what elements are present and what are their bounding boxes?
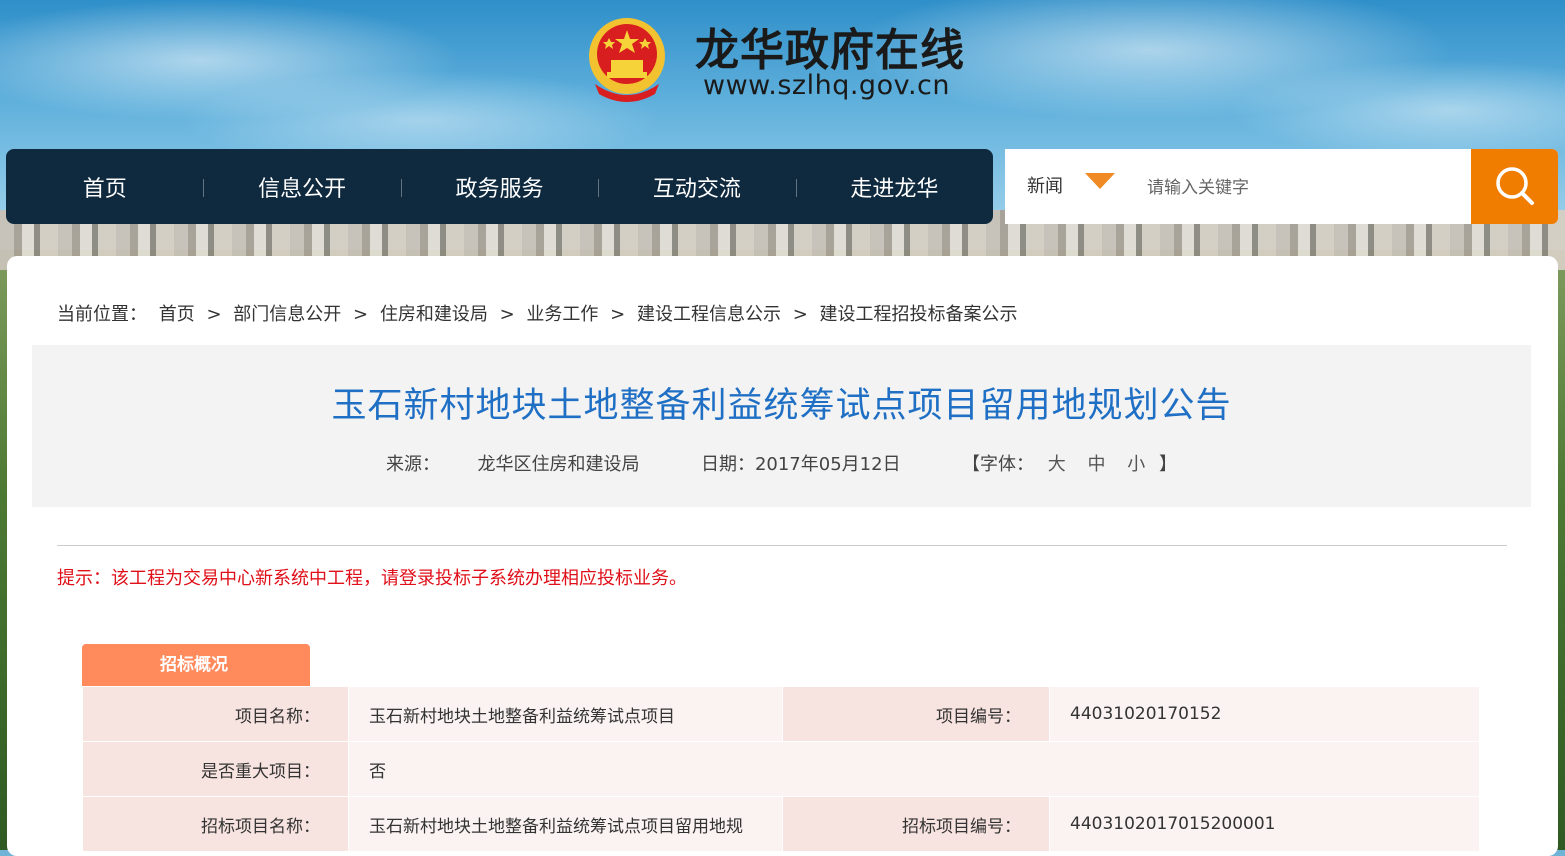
breadcrumb: 当前位置： 首页 > 部门信息公开 > 住房和建设局 > 业务工作 > 建设工程… — [57, 300, 1024, 326]
search-icon — [1496, 167, 1534, 205]
divider — [57, 545, 1507, 546]
breadcrumb-construction-info[interactable]: 建设工程信息公示 — [637, 304, 781, 325]
font-size-medium-button[interactable]: 中 — [1088, 454, 1106, 475]
table-label: 招标项目编号： — [782, 796, 1050, 852]
source-value: 龙华区住房和建设局 — [477, 454, 640, 475]
breadcrumb-bidding-notice[interactable]: 建设工程招投标备案公示 — [820, 304, 1018, 325]
content-card: 当前位置： 首页 > 部门信息公开 > 住房和建设局 > 业务工作 > 建设工程… — [7, 256, 1558, 856]
table-label: 是否重大项目： — [82, 741, 349, 797]
breadcrumb-label: 当前位置： — [57, 304, 147, 325]
article-title: 玉石新村地块土地整备利益统筹试点项目留用地规划公告 — [331, 386, 1232, 426]
table-row: 项目名称： 玉石新村地块土地整备利益统筹试点项目 项目编号： 440310201… — [82, 686, 1480, 742]
table-label: 招标项目名称： — [82, 796, 349, 852]
chevron-down-icon[interactable] — [1085, 173, 1115, 189]
search-button[interactable] — [1471, 149, 1558, 224]
table-label: 项目编号： — [782, 686, 1050, 742]
font-size-label: 【字体： — [962, 454, 1035, 475]
table-value: 玉石新村地块土地整备利益统筹试点项目 — [348, 686, 783, 742]
nav-item-home[interactable]: 首页 — [6, 171, 203, 203]
site-title[interactable]: 龙华政府在线 — [695, 14, 965, 78]
breadcrumb-home[interactable]: 首页 — [159, 304, 195, 325]
table-value: 否 — [348, 741, 1480, 797]
table-value: 玉石新村地块土地整备利益统筹试点项目留用地规 — [348, 796, 783, 852]
nav-item-interaction[interactable]: 互动交流 — [598, 171, 795, 203]
source-label: 来源： — [386, 454, 441, 475]
search-category-select[interactable]: 新闻 — [1027, 149, 1063, 224]
site-url[interactable]: www.szlhq.gov.cn — [703, 70, 950, 101]
search-bar: 新闻 — [1005, 149, 1558, 224]
table-value: 4403102017015200001 — [1049, 796, 1480, 852]
search-input[interactable] — [1145, 167, 1469, 209]
breadcrumb-separator: > — [792, 304, 808, 325]
breadcrumb-housing-bureau[interactable]: 住房和建设局 — [380, 304, 488, 325]
breadcrumb-separator: > — [353, 304, 369, 325]
table-value: 44031020170152 — [1049, 686, 1480, 742]
breadcrumb-business-work[interactable]: 业务工作 — [526, 304, 598, 325]
bidding-overview-table: 项目名称： 玉石新村地块土地整备利益统筹试点项目 项目编号： 440310201… — [82, 686, 1480, 852]
notice-tip: 提示：该工程为交易中心新系统中工程，请登录投标子系统办理相应投标业务。 — [57, 568, 687, 589]
font-size-close: 】 — [1158, 454, 1177, 475]
breadcrumb-dept-info[interactable]: 部门信息公开 — [233, 304, 341, 325]
date-value: 2017年05月12日 — [754, 454, 901, 475]
font-size-small-button[interactable]: 小 — [1127, 454, 1145, 475]
main-nav: 首页 信息公开 政务服务 互动交流 走进龙华 — [6, 149, 993, 224]
nav-item-about-longhua[interactable]: 走进龙华 — [795, 171, 993, 203]
national-emblem-icon — [589, 18, 665, 102]
table-row: 是否重大项目： 否 — [82, 741, 1480, 797]
table-row: 招标项目名称： 玉石新村地块土地整备利益统筹试点项目留用地规 招标项目编号： 4… — [82, 796, 1480, 852]
nav-item-info-disclosure[interactable]: 信息公开 — [203, 171, 400, 203]
article-meta: 来源： 龙华区住房和建设局 日期：2017年05月12日 【字体： 大 中 小 … — [32, 450, 1531, 476]
table-label: 项目名称： — [82, 686, 349, 742]
breadcrumb-separator: > — [206, 304, 222, 325]
tab-bidding-overview[interactable]: 招标概况 — [82, 644, 310, 686]
article-header: 玉石新村地块土地整备利益统筹试点项目留用地规划公告 来源： 龙华区住房和建设局 … — [32, 345, 1531, 507]
font-size-large-button[interactable]: 大 — [1048, 454, 1066, 475]
date-label: 日期： — [700, 454, 755, 475]
nav-item-gov-services[interactable]: 政务服务 — [400, 171, 598, 203]
breadcrumb-separator: > — [499, 304, 515, 325]
breadcrumb-separator: > — [610, 304, 626, 325]
